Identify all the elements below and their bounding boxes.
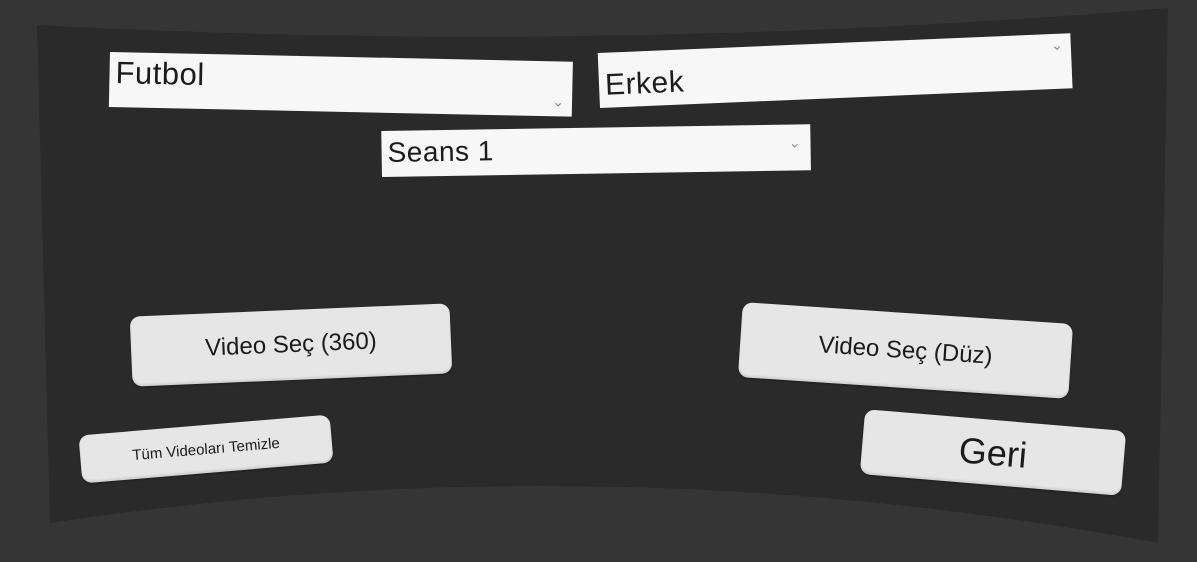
- sport-dropdown-value: Futbol: [115, 55, 206, 92]
- chevron-down-icon: ⌄: [1050, 36, 1064, 54]
- vr-scene: Futbol ⌄ Erkek ⌄ Seans 1 ⌄ Video Seç (36…: [0, 0, 1197, 562]
- back-label: Geri: [957, 428, 1029, 476]
- chevron-down-icon: ⌄: [552, 93, 565, 110]
- gender-dropdown-value: Erkek: [604, 65, 685, 102]
- session-dropdown[interactable]: Seans 1 ⌄: [381, 124, 811, 177]
- chevron-down-icon: ⌄: [788, 134, 801, 151]
- select-video-360-button[interactable]: Video Seç (360): [129, 303, 453, 387]
- select-video-360-label: Video Seç (360): [204, 327, 378, 362]
- sport-dropdown[interactable]: Futbol ⌄: [108, 52, 573, 117]
- clear-all-videos-label: Tüm Videoları Temizle: [131, 434, 281, 464]
- select-video-flat-label: Video Seç (Düz): [817, 330, 994, 370]
- session-dropdown-value: Seans 1: [387, 135, 495, 168]
